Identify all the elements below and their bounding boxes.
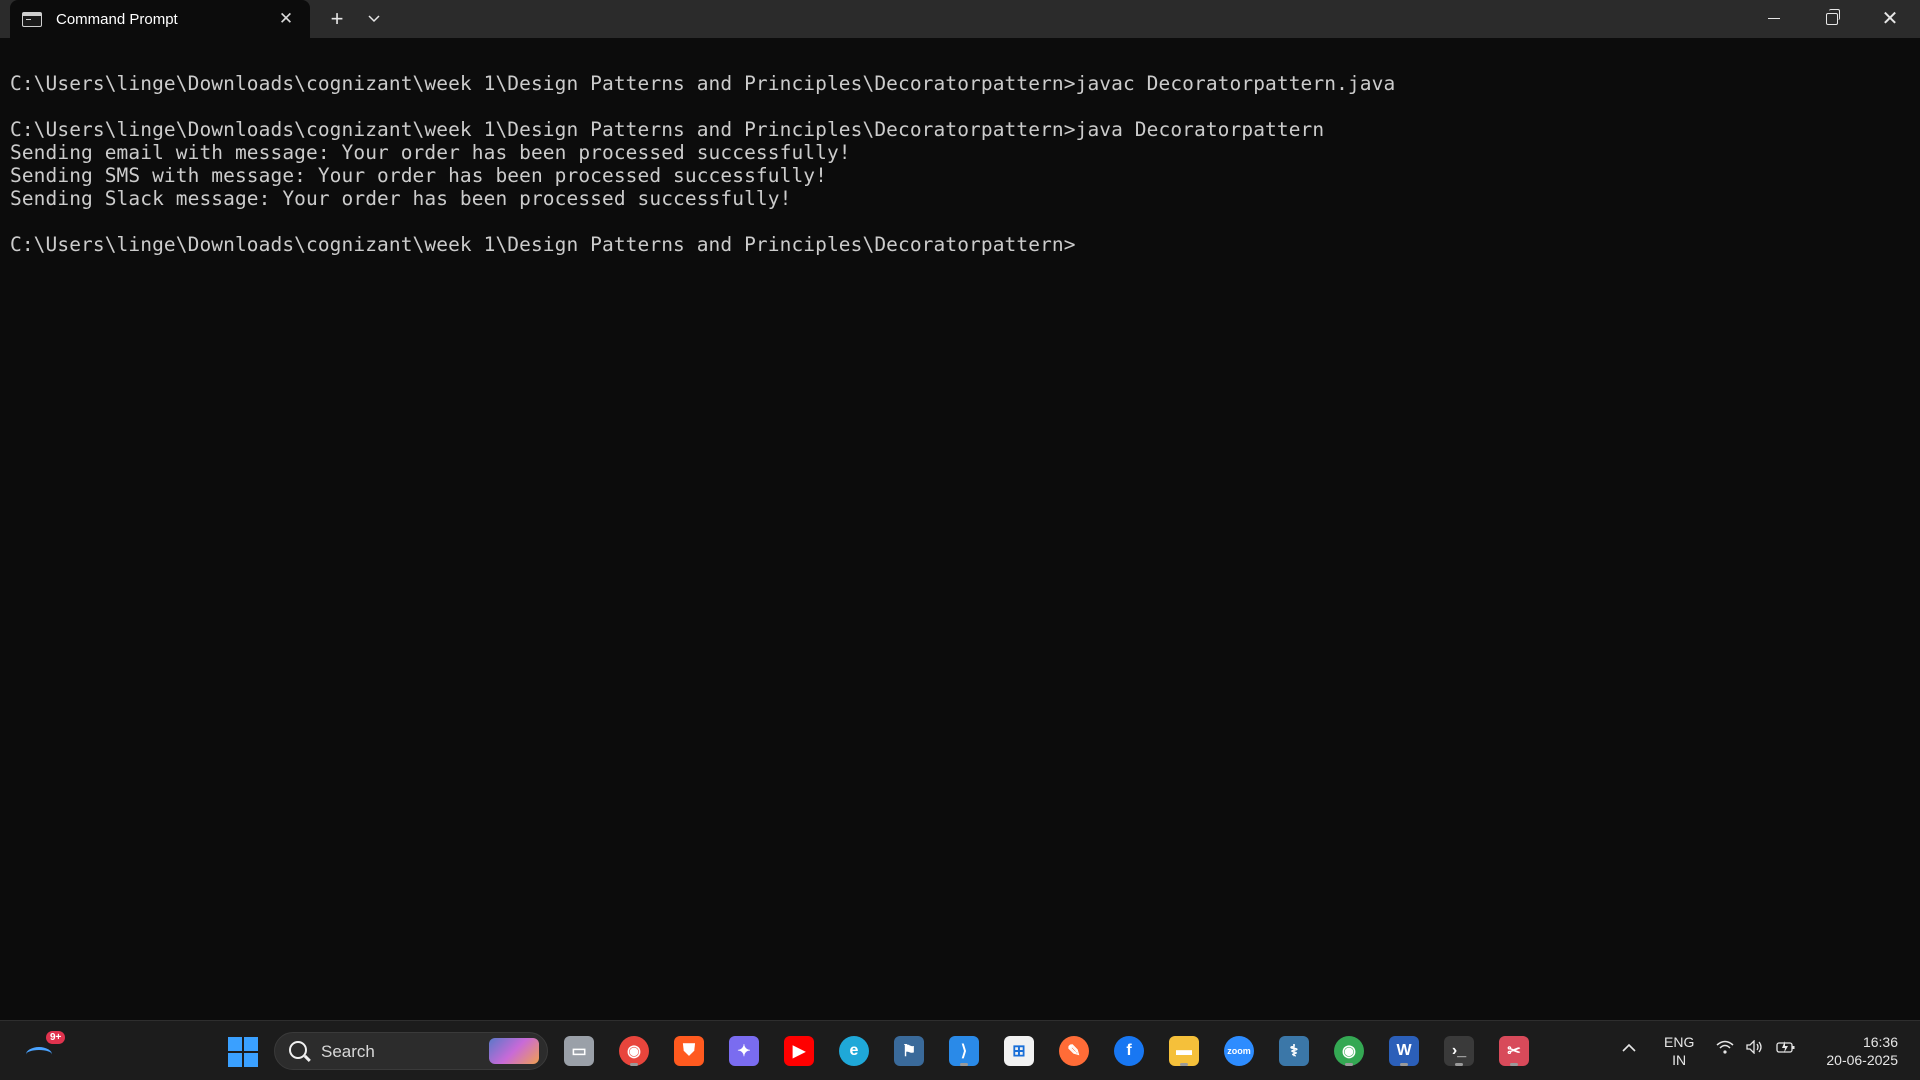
edge-icon[interactable]: e xyxy=(836,1033,872,1069)
input-language-indicator[interactable]: ENG IN xyxy=(1664,1033,1694,1069)
search-label: Search xyxy=(321,1042,375,1061)
widgets-button[interactable]: 9+ xyxy=(22,1031,66,1069)
search-highlight-image xyxy=(489,1038,539,1064)
system-clock[interactable]: 16:36 20-06-2025 xyxy=(1826,1033,1898,1069)
chrome-glyph: ◉ xyxy=(619,1036,649,1066)
terminal-line: Sending Slack message: Your order has be… xyxy=(10,187,792,210)
running-indicator xyxy=(630,1063,638,1066)
terminal-app-icon xyxy=(22,11,42,27)
vscode-glyph: ⟩ xyxy=(949,1036,979,1066)
terminal-line: C:\Users\linge\Downloads\cognizant\week … xyxy=(10,118,1325,141)
search-icon xyxy=(289,1041,307,1059)
show-hidden-icons-button[interactable] xyxy=(1622,1039,1636,1055)
terminal-glyph: ›_ xyxy=(1444,1036,1474,1066)
running-indicator xyxy=(1345,1063,1353,1066)
weather-icon xyxy=(26,1047,52,1062)
mysql-workbench-icon[interactable]: ⚑ xyxy=(891,1033,927,1069)
tab-command-prompt[interactable]: Command Prompt ✕ xyxy=(10,0,310,38)
chrome-profile-glyph: ◉ xyxy=(1334,1036,1364,1066)
close-button[interactable]: ✕ xyxy=(1862,0,1918,38)
chrome-profile-icon[interactable]: ◉ xyxy=(1331,1033,1367,1069)
file-explorer-glyph: ▬ xyxy=(1169,1036,1199,1066)
facebook-icon[interactable]: f xyxy=(1111,1033,1147,1069)
new-tab-button[interactable]: + xyxy=(322,5,352,33)
windows-logo-tile xyxy=(244,1037,258,1051)
microsoft-store-icon[interactable]: ⊞ xyxy=(1001,1033,1037,1069)
youtube-glyph: ▶ xyxy=(784,1036,814,1066)
language-code: ENG xyxy=(1664,1034,1695,1050)
terminal-line: C:\Users\linge\Downloads\cognizant\week … xyxy=(10,72,1396,95)
clock-time: 16:36 xyxy=(1862,1034,1898,1050)
edge-glyph: e xyxy=(839,1036,869,1066)
windows-logo-icon xyxy=(228,1037,242,1051)
title-bar: Command Prompt ✕ + ✕ xyxy=(0,0,1920,38)
notification-badge: 9+ xyxy=(46,1031,66,1044)
copilot-glyph: ✦ xyxy=(729,1036,759,1066)
vscode-icon[interactable]: ⟩ xyxy=(946,1033,982,1069)
chevron-up-icon xyxy=(1622,1043,1636,1052)
start-button[interactable] xyxy=(224,1033,260,1069)
restore-button[interactable] xyxy=(1804,0,1860,38)
tab-close-icon[interactable]: ✕ xyxy=(272,9,300,29)
minimize-icon xyxy=(1768,18,1780,20)
running-indicator xyxy=(1180,1063,1188,1066)
zoom-icon[interactable]: zoom xyxy=(1221,1033,1257,1069)
clock-date: 20-06-2025 xyxy=(1826,1052,1898,1068)
postman-glyph: ✎ xyxy=(1059,1036,1089,1066)
snipping-tool-icon[interactable]: ✂ xyxy=(1496,1033,1532,1069)
brave-glyph: ⛊ xyxy=(674,1036,704,1066)
mysql-workbench-glyph: ⚑ xyxy=(894,1036,924,1066)
region-code: IN xyxy=(1672,1052,1687,1068)
running-indicator xyxy=(1510,1063,1518,1066)
running-indicator xyxy=(1455,1063,1463,1066)
postman-icon[interactable]: ✎ xyxy=(1056,1033,1092,1069)
terminal-output[interactable]: C:\Users\linge\Downloads\cognizant\week … xyxy=(0,38,1920,1020)
terminal-prompt-line: C:\Users\linge\Downloads\cognizant\week … xyxy=(10,233,1076,256)
windows-logo-tile xyxy=(228,1053,242,1067)
python-icon[interactable]: ⚕ xyxy=(1276,1033,1312,1069)
word-icon[interactable]: W xyxy=(1386,1033,1422,1069)
python-glyph: ⚕ xyxy=(1279,1036,1309,1066)
chrome-icon[interactable]: ◉ xyxy=(616,1033,652,1069)
copilot-icon[interactable]: ✦ xyxy=(726,1033,762,1069)
facebook-glyph: f xyxy=(1114,1036,1144,1066)
windows-logo-tile xyxy=(244,1053,258,1067)
restore-icon xyxy=(1826,8,1840,25)
word-glyph: W xyxy=(1389,1036,1419,1066)
volume-icon[interactable] xyxy=(1746,1039,1764,1059)
file-explorer-icon[interactable]: ▬ xyxy=(1166,1033,1202,1069)
brave-icon[interactable]: ⛊ xyxy=(671,1033,707,1069)
snipping-tool-glyph: ✂ xyxy=(1499,1036,1529,1066)
wifi-icon[interactable] xyxy=(1716,1040,1734,1059)
taskbar: 9+ Search ▭ ◉ ⛊ ✦ ▶ e ⚑ ⟩ ⊞ ✎ f ▬ zoom ⚕ ◉ W ›_ ✂ ENG IN … xyxy=(0,1020,1920,1080)
task-view-icon[interactable]: ▭ xyxy=(561,1033,597,1069)
battery-icon[interactable] xyxy=(1776,1040,1796,1059)
taskbar-search-box[interactable]: Search xyxy=(274,1032,548,1070)
running-indicator xyxy=(960,1063,968,1066)
zoom-glyph: zoom xyxy=(1224,1036,1254,1066)
youtube-icon[interactable]: ▶ xyxy=(781,1033,817,1069)
terminal-line: Sending email with message: Your order h… xyxy=(10,141,851,164)
microsoft-store-glyph: ⊞ xyxy=(1004,1036,1034,1066)
running-indicator xyxy=(1400,1063,1408,1066)
chevron-down-icon xyxy=(368,15,380,23)
tab-dropdown-button[interactable] xyxy=(360,5,388,33)
minimize-button[interactable] xyxy=(1746,0,1802,38)
task-view-glyph: ▭ xyxy=(564,1036,594,1066)
terminal-icon[interactable]: ›_ xyxy=(1441,1033,1477,1069)
terminal-line: Sending SMS with message: Your order has… xyxy=(10,164,827,187)
tab-title: Command Prompt xyxy=(56,10,178,28)
